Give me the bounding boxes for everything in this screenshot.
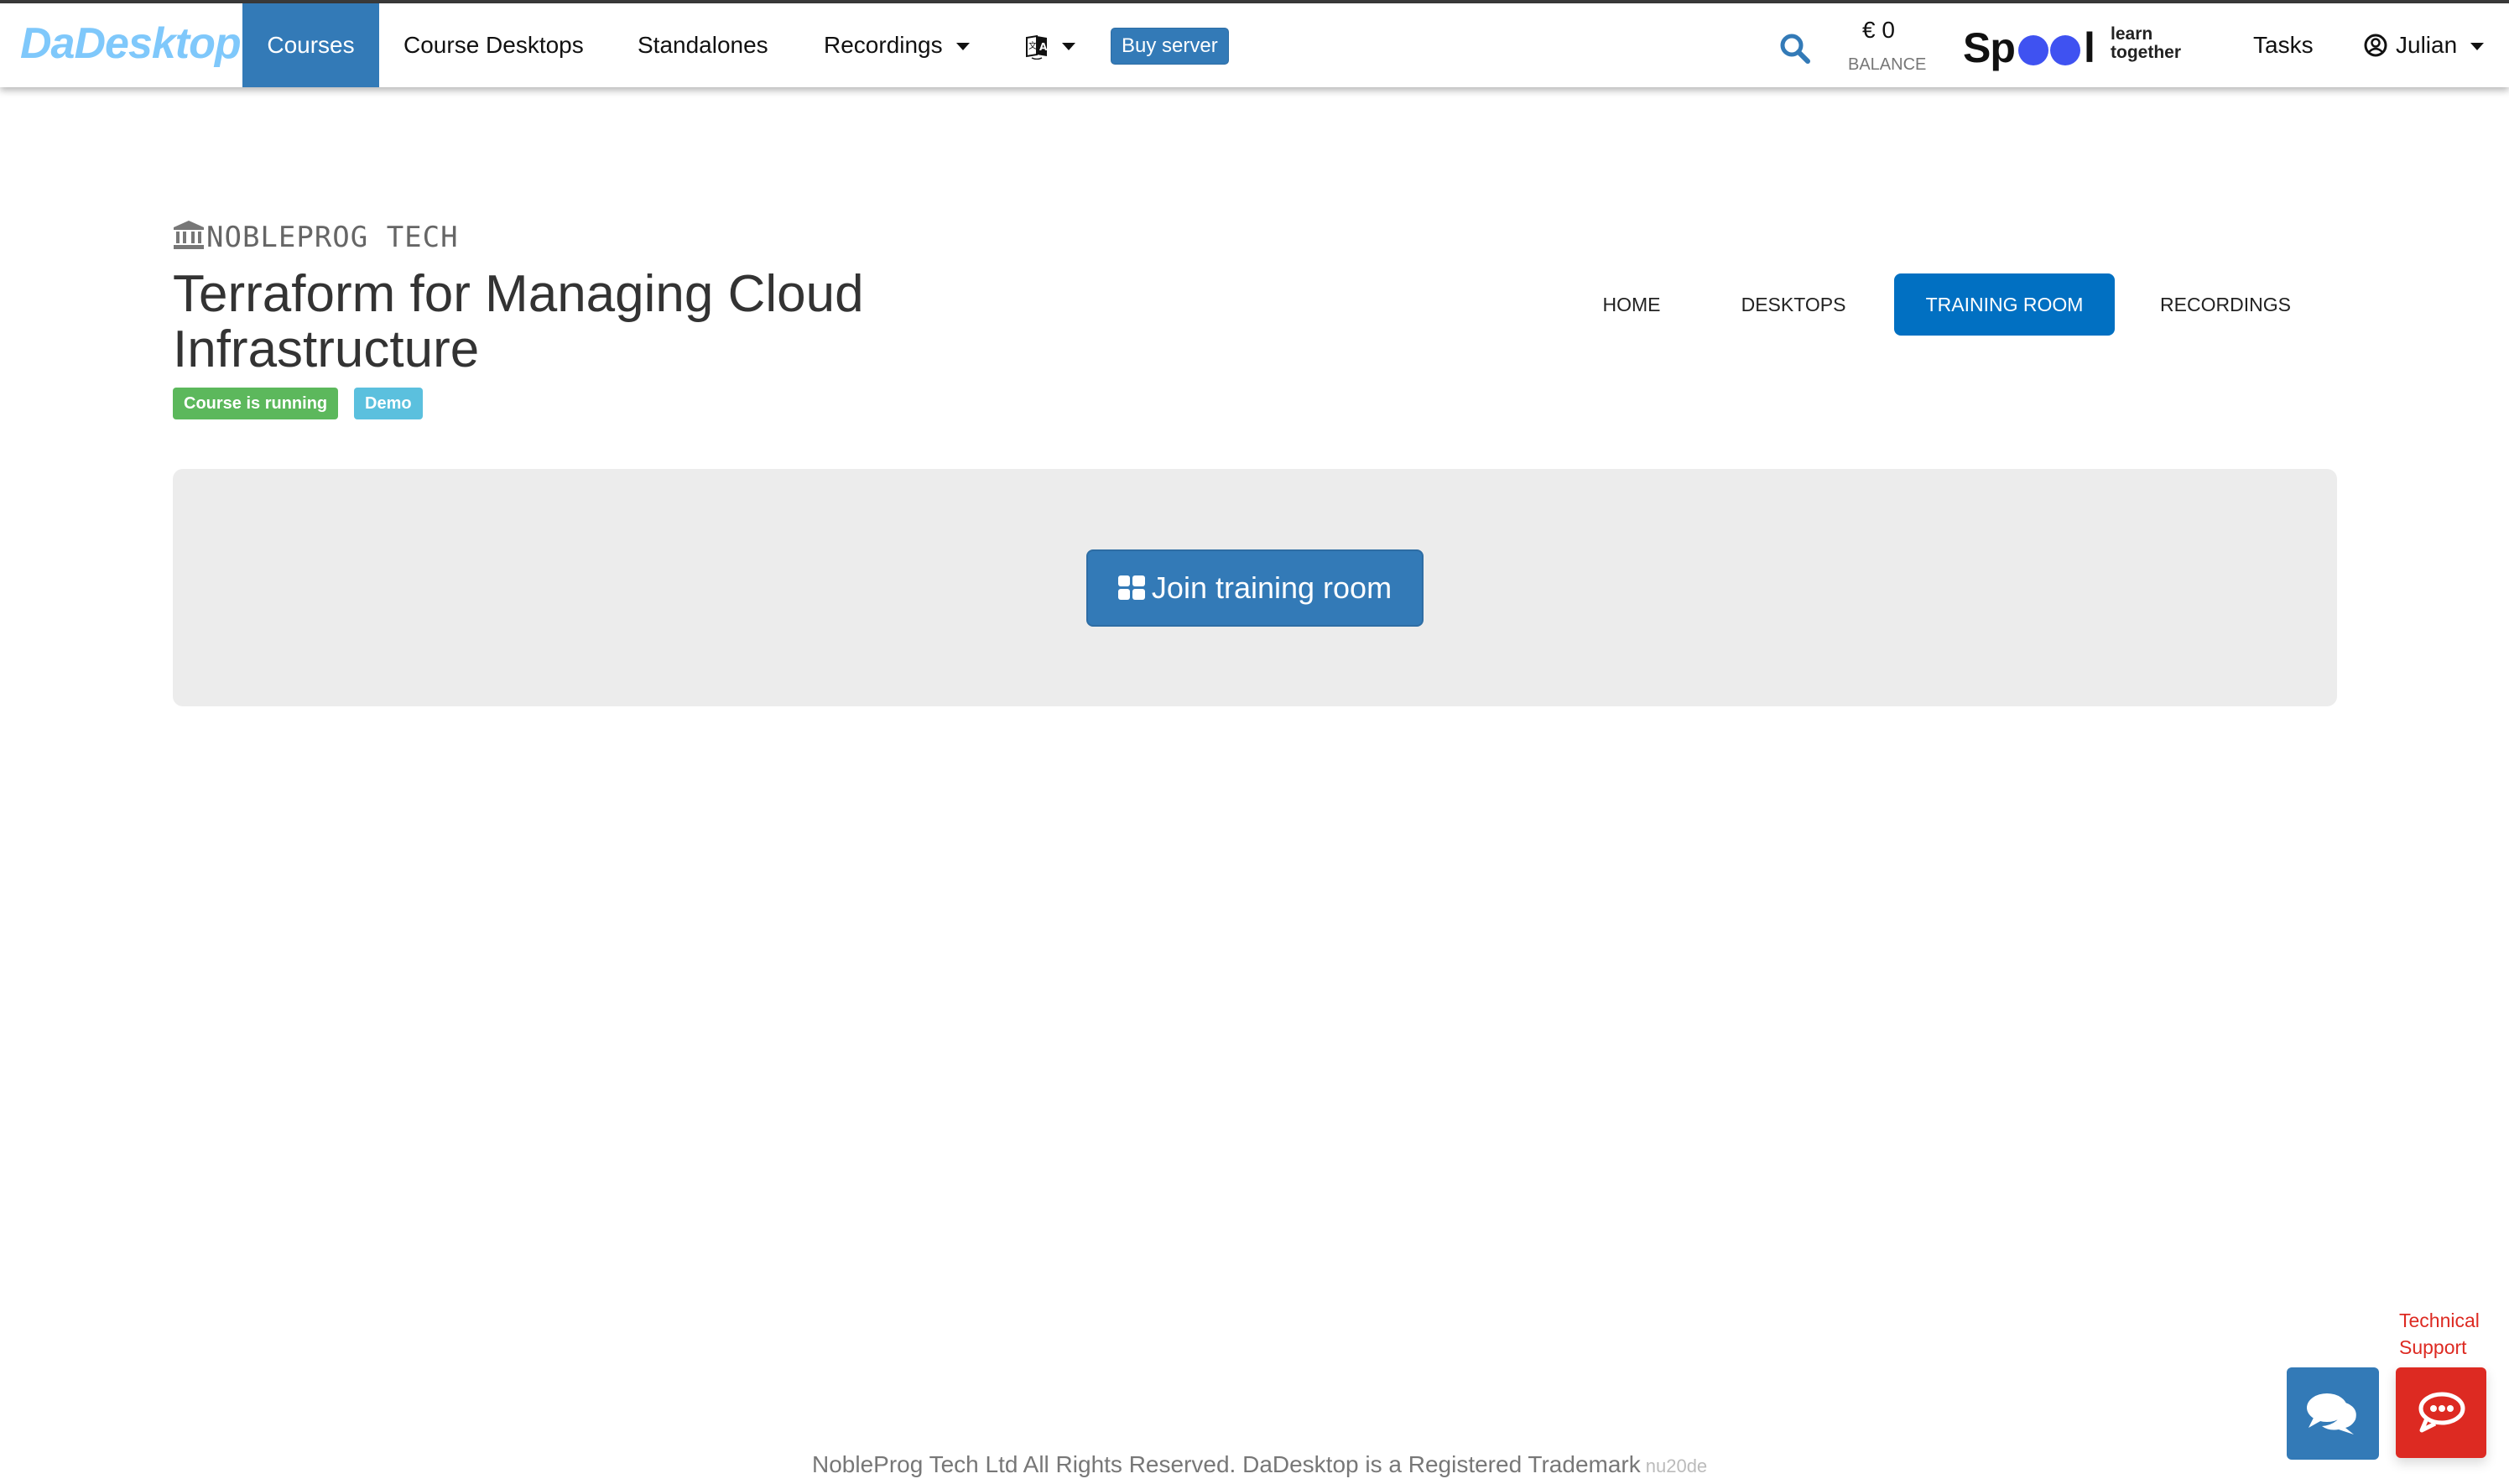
- language-dropdown[interactable]: A 文: [1025, 3, 1075, 87]
- spool-tagline: learn together: [2111, 25, 2181, 62]
- nav-standalones-label: Standalones: [638, 32, 768, 58]
- svg-text:文: 文: [1028, 40, 1037, 51]
- spool-dot-icon: [2018, 35, 2048, 65]
- tab-recordings[interactable]: RECORDINGS: [2154, 273, 2297, 336]
- balance-value: € 0: [1862, 17, 1895, 43]
- svg-text:A: A: [1039, 41, 1048, 53]
- tab-desktops[interactable]: DESKTOPS: [1733, 273, 1854, 336]
- balance-label: BALANCE: [1848, 55, 1927, 74]
- nav-courses[interactable]: Courses: [242, 3, 379, 87]
- windows-grid-icon: [1117, 575, 1145, 600]
- translate-icon: A 文: [1026, 34, 1048, 60]
- technical-support-button[interactable]: [2396, 1367, 2486, 1458]
- caret-down-icon: [2470, 43, 2485, 51]
- search-icon[interactable]: [1778, 32, 1812, 65]
- join-training-room-label: Join training room: [1151, 570, 1392, 605]
- support-label-line-1: Technical: [2399, 1310, 2480, 1331]
- nav-courses-label: Courses: [267, 32, 355, 58]
- footer-version: nu20de: [1645, 1455, 1708, 1476]
- nav-tasks[interactable]: Tasks: [2253, 3, 2314, 87]
- organization-name: NOBLEPROG TECH: [173, 220, 459, 254]
- user-circle-icon: [2364, 34, 2387, 57]
- nav-course-desktops-label: Course Desktops: [403, 32, 584, 58]
- top-navbar: DaDesktop Courses Course Desktops Standa…: [0, 3, 2509, 87]
- support-label-line-2: Support: [2399, 1336, 2467, 1358]
- comments-icon: [2307, 1393, 2356, 1435]
- buy-server-button[interactable]: Buy server: [1111, 28, 1229, 65]
- institution-icon: [174, 221, 204, 249]
- footer-copyright: NobleProg Tech Ltd All Rights Reserved. …: [812, 1451, 1641, 1477]
- course-title: Terraform for Managing Cloud Infrastruct…: [173, 265, 864, 378]
- spool-tagline-2: together: [2111, 43, 2181, 62]
- nav-recordings-label: Recordings: [824, 32, 943, 58]
- spool-wordmark: Sp: [1963, 24, 2016, 71]
- user-menu-dropdown[interactable]: Julian: [2364, 3, 2485, 87]
- spool-tagline-1: learn: [2111, 24, 2153, 44]
- caret-down-icon: [1062, 43, 1075, 51]
- spool-wordmark-l: l: [2084, 24, 2095, 71]
- nav-course-desktops[interactable]: Course Desktops: [403, 3, 584, 87]
- footer: NobleProg Tech Ltd All Rights Reserved. …: [812, 1451, 1707, 1478]
- chat-button[interactable]: [2287, 1367, 2379, 1460]
- caret-down-icon: [955, 43, 970, 51]
- tab-training-room[interactable]: TRAINING ROOM: [1894, 273, 2115, 336]
- organization-label: NOBLEPROG TECH: [206, 221, 459, 254]
- nav-standalones[interactable]: Standalones: [638, 3, 768, 87]
- status-badge-running: Course is running: [173, 388, 339, 419]
- spool-dot-icon: [2050, 35, 2080, 65]
- brand-logo[interactable]: DaDesktop: [20, 18, 242, 69]
- nav-recordings-dropdown[interactable]: Recordings: [824, 3, 970, 87]
- status-badge-demo: Demo: [354, 388, 423, 419]
- tab-home[interactable]: HOME: [1577, 273, 1686, 336]
- user-name: Julian: [2396, 32, 2458, 58]
- comment-dots-icon: [2418, 1392, 2465, 1433]
- join-training-room-button[interactable]: Join training room: [1086, 549, 1424, 627]
- technical-support-label: Technical Support: [2399, 1307, 2480, 1361]
